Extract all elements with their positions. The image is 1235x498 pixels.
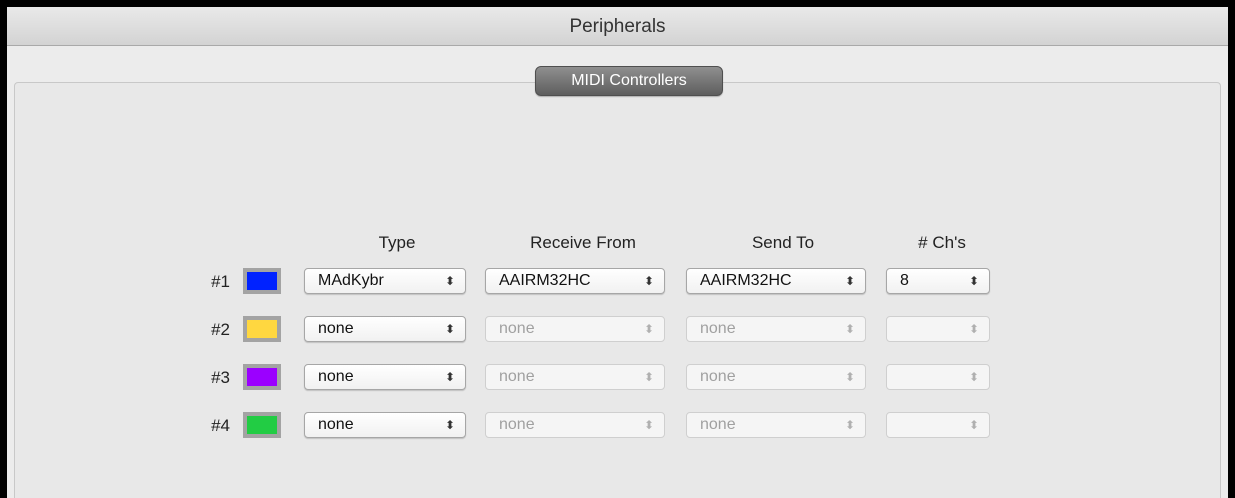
column-header-channels: # Ch's bbox=[918, 233, 966, 252]
color-swatch[interactable] bbox=[243, 364, 281, 390]
type-value: none bbox=[318, 368, 354, 385]
channels-popup: ⬍ bbox=[886, 316, 990, 342]
send-to-popup: none ⬍ bbox=[686, 364, 866, 390]
type-popup[interactable]: MAdKybr ⬍ bbox=[304, 268, 466, 294]
channels-value: 8 bbox=[900, 272, 909, 289]
up-down-arrows-icon: ⬍ bbox=[643, 322, 654, 336]
up-down-arrows-icon: ⬍ bbox=[968, 370, 979, 384]
up-down-arrows-icon: ⬍ bbox=[444, 322, 455, 336]
send-to-popup: none ⬍ bbox=[686, 412, 866, 438]
up-down-arrows-icon: ⬍ bbox=[844, 418, 855, 432]
send-to-popup: none ⬍ bbox=[686, 316, 866, 342]
up-down-arrows-icon: ⬍ bbox=[968, 418, 979, 432]
receive-from-popup[interactable]: AAIRM32HC ⬍ bbox=[485, 268, 665, 294]
tab-midi-controllers[interactable]: MIDI Controllers bbox=[535, 66, 723, 96]
row-label: #2 bbox=[211, 320, 230, 339]
channels-popup[interactable]: 8 ⬍ bbox=[886, 268, 990, 294]
up-down-arrows-icon: ⬍ bbox=[444, 370, 455, 384]
up-down-arrows-icon: ⬍ bbox=[844, 322, 855, 336]
type-value: none bbox=[318, 320, 354, 337]
up-down-arrows-icon: ⬍ bbox=[444, 418, 455, 432]
type-value: none bbox=[318, 416, 354, 433]
send-to-popup[interactable]: AAIRM32HC ⬍ bbox=[686, 268, 866, 294]
receive-from-popup: none ⬍ bbox=[485, 364, 665, 390]
receive-from-popup: none ⬍ bbox=[485, 316, 665, 342]
row-label: #3 bbox=[211, 368, 230, 387]
up-down-arrows-icon: ⬍ bbox=[844, 274, 855, 288]
row-label: #4 bbox=[211, 416, 230, 435]
receive-from-value: AAIRM32HC bbox=[499, 272, 591, 289]
send-to-value: none bbox=[700, 320, 736, 337]
type-value: MAdKybr bbox=[318, 272, 384, 289]
send-to-value: AAIRM32HC bbox=[700, 272, 792, 289]
column-header-receive-from: Receive From bbox=[530, 233, 636, 252]
color-swatch[interactable] bbox=[243, 412, 281, 438]
up-down-arrows-icon: ⬍ bbox=[643, 370, 654, 384]
receive-from-popup: none ⬍ bbox=[485, 412, 665, 438]
receive-from-value: none bbox=[499, 368, 535, 385]
row-label: #1 bbox=[211, 272, 230, 291]
send-to-value: none bbox=[700, 416, 736, 433]
up-down-arrows-icon: ⬍ bbox=[643, 274, 654, 288]
column-header-send-to: Send To bbox=[751, 233, 815, 252]
send-to-value: none bbox=[700, 368, 736, 385]
up-down-arrows-icon: ⬍ bbox=[968, 274, 979, 288]
receive-from-value: none bbox=[499, 320, 535, 337]
type-popup[interactable]: none ⬍ bbox=[304, 364, 466, 390]
type-popup[interactable]: none ⬍ bbox=[304, 316, 466, 342]
type-popup[interactable]: none ⬍ bbox=[304, 412, 466, 438]
color-swatch[interactable] bbox=[243, 316, 281, 342]
column-header-type: Type bbox=[378, 233, 416, 252]
peripherals-window: Peripherals MIDI Controllers Type Receiv… bbox=[0, 0, 1235, 498]
window-title: Peripherals bbox=[7, 7, 1228, 46]
up-down-arrows-icon: ⬍ bbox=[968, 322, 979, 336]
up-down-arrows-icon: ⬍ bbox=[844, 370, 855, 384]
up-down-arrows-icon: ⬍ bbox=[643, 418, 654, 432]
color-swatch[interactable] bbox=[243, 268, 281, 294]
channels-popup: ⬍ bbox=[886, 364, 990, 390]
receive-from-value: none bbox=[499, 416, 535, 433]
channels-popup: ⬍ bbox=[886, 412, 990, 438]
up-down-arrows-icon: ⬍ bbox=[444, 274, 455, 288]
